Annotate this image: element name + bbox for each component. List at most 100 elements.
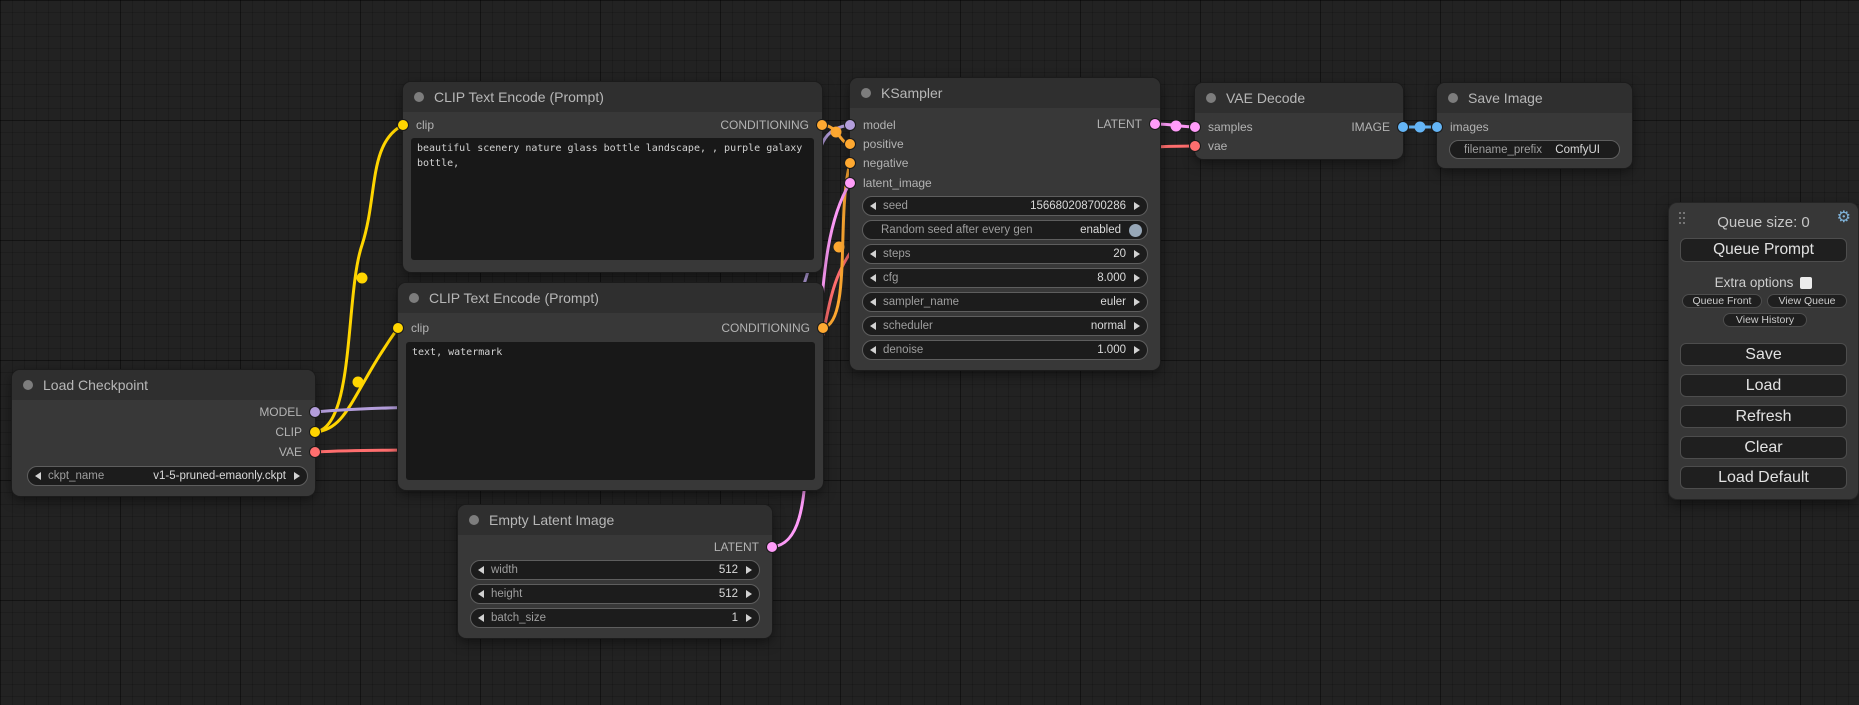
conditioning-output-dot[interactable]	[818, 323, 828, 333]
vae-output-dot[interactable]	[310, 447, 320, 457]
height-widget[interactable]: height 512	[470, 584, 760, 604]
node-load-checkpoint[interactable]: Load Checkpoint MODEL CLIP VAE ckpt_name…	[12, 370, 315, 496]
node-clip-text-encode-negative[interactable]: CLIP Text Encode (Prompt) clip CONDITION…	[398, 283, 823, 490]
width-widget[interactable]: width 512	[470, 560, 760, 580]
negative-input-dot[interactable]	[845, 158, 855, 168]
steps-widget[interactable]: steps 20	[862, 244, 1148, 264]
increment-arrow-icon[interactable]	[1134, 322, 1140, 330]
clip-input-dot[interactable]	[398, 120, 408, 130]
increment-arrow-icon[interactable]	[746, 614, 752, 622]
node-ksampler[interactable]: KSampler model positive negative latent_…	[850, 78, 1160, 370]
widget-value: normal	[1091, 320, 1126, 332]
latent-output-dot[interactable]	[1150, 119, 1160, 129]
decrement-arrow-icon[interactable]	[870, 346, 876, 354]
node-title-bar[interactable]: Load Checkpoint	[12, 370, 315, 400]
view-queue-button[interactable]: View Queue	[1767, 294, 1847, 308]
input-label: clip	[416, 118, 434, 132]
latent-input-dot[interactable]	[845, 178, 855, 188]
image-output-dot[interactable]	[1398, 122, 1408, 132]
model-input-dot[interactable]	[845, 120, 855, 130]
increment-arrow-icon[interactable]	[1134, 202, 1140, 210]
positive-input-dot[interactable]	[845, 139, 855, 149]
node-empty-latent-image[interactable]: Empty Latent Image LATENT width 512 heig…	[458, 505, 772, 638]
increment-arrow-icon[interactable]	[1134, 298, 1140, 306]
link-dot-latent[interactable]	[1171, 121, 1182, 132]
link-dot-clip-negative[interactable]	[353, 377, 364, 388]
widget-value: v1-5-pruned-emaonly.ckpt	[153, 470, 286, 482]
load-button[interactable]: Load	[1680, 374, 1847, 397]
view-history-button[interactable]: View History	[1723, 313, 1807, 327]
increment-arrow-icon[interactable]	[746, 566, 752, 574]
latent-output-dot[interactable]	[767, 542, 777, 552]
samples-input-dot[interactable]	[1190, 122, 1200, 132]
queue-front-button[interactable]: Queue Front	[1682, 294, 1762, 308]
batch-size-widget[interactable]: batch_size 1	[470, 608, 760, 628]
decrement-arrow-icon[interactable]	[870, 202, 876, 210]
increment-arrow-icon[interactable]	[1134, 250, 1140, 258]
increment-arrow-icon[interactable]	[1134, 274, 1140, 282]
sampler-name-widget[interactable]: sampler_name euler	[862, 292, 1148, 312]
node-save-image[interactable]: Save Image images filename_prefix ComfyU…	[1437, 83, 1632, 168]
link-dot-clip-positive[interactable]	[357, 273, 368, 284]
denoise-widget[interactable]: denoise 1.000	[862, 340, 1148, 360]
collapse-dot-icon[interactable]	[414, 92, 424, 102]
clip-input-dot[interactable]	[393, 323, 403, 333]
decrement-arrow-icon[interactable]	[478, 614, 484, 622]
collapse-dot-icon[interactable]	[409, 293, 419, 303]
collapse-dot-icon[interactable]	[861, 88, 871, 98]
ckpt-name-widget[interactable]: ckpt_name v1-5-pruned-emaonly.ckpt	[27, 466, 308, 486]
random-seed-toggle-widget[interactable]: Random seed after every gen enabled	[862, 220, 1148, 240]
save-button[interactable]: Save	[1680, 343, 1847, 366]
increment-arrow-icon[interactable]	[294, 472, 300, 480]
node-vae-decode[interactable]: VAE Decode samples vae IMAGE	[1195, 83, 1403, 159]
node-title-bar[interactable]: Empty Latent Image	[458, 505, 772, 535]
refresh-button[interactable]: Refresh	[1680, 405, 1847, 428]
increment-arrow-icon[interactable]	[1134, 346, 1140, 354]
queue-prompt-button[interactable]: Queue Prompt	[1680, 238, 1847, 262]
collapse-dot-icon[interactable]	[1206, 93, 1216, 103]
node-title-bar[interactable]: CLIP Text Encode (Prompt)	[398, 283, 823, 313]
filename-prefix-widget[interactable]: filename_prefix ComfyUI	[1449, 140, 1620, 159]
decrement-arrow-icon[interactable]	[478, 566, 484, 574]
increment-arrow-icon[interactable]	[746, 590, 752, 598]
clip-output-dot[interactable]	[310, 427, 320, 437]
collapse-dot-icon[interactable]	[23, 380, 33, 390]
widget-value: enabled	[1080, 224, 1121, 236]
extra-options-row: Extra options	[1669, 275, 1858, 290]
input-slot-latent-image: latent_image	[845, 173, 932, 193]
clear-button[interactable]: Clear	[1680, 436, 1847, 459]
settings-gear-icon[interactable]: ⚙	[1837, 210, 1851, 226]
node-clip-text-encode-positive[interactable]: CLIP Text Encode (Prompt) clip CONDITION…	[403, 82, 822, 272]
collapse-dot-icon[interactable]	[469, 515, 479, 525]
positive-prompt-textarea[interactable]: beautiful scenery nature glass bottle la…	[411, 138, 814, 260]
node-title-bar[interactable]: KSampler	[850, 78, 1160, 108]
decrement-arrow-icon[interactable]	[35, 472, 41, 480]
conditioning-output-dot[interactable]	[817, 120, 827, 130]
node-graph-canvas[interactable]: Load Checkpoint MODEL CLIP VAE ckpt_name…	[0, 0, 1859, 705]
model-output-dot[interactable]	[310, 407, 320, 417]
toggle-knob-icon[interactable]	[1129, 224, 1142, 237]
link-dot-conditioning-positive[interactable]	[831, 127, 842, 138]
negative-prompt-textarea[interactable]: text, watermark	[406, 342, 815, 480]
widget-value: euler	[1100, 296, 1126, 308]
scheduler-widget[interactable]: scheduler normal	[862, 316, 1148, 336]
load-default-button[interactable]: Load Default	[1680, 466, 1847, 489]
seed-widget[interactable]: seed 156680208700286	[862, 196, 1148, 216]
node-title-bar[interactable]: VAE Decode	[1195, 83, 1403, 113]
images-input-dot[interactable]	[1432, 122, 1442, 132]
cfg-widget[interactable]: cfg 8.000	[862, 268, 1148, 288]
vae-input-dot[interactable]	[1190, 141, 1200, 151]
input-label: negative	[863, 156, 908, 170]
decrement-arrow-icon[interactable]	[870, 322, 876, 330]
node-title-bar[interactable]: CLIP Text Encode (Prompt)	[403, 82, 822, 112]
link-dot-conditioning-negative[interactable]	[834, 242, 845, 253]
decrement-arrow-icon[interactable]	[870, 250, 876, 258]
decrement-arrow-icon[interactable]	[870, 274, 876, 282]
node-title-bar[interactable]: Save Image	[1437, 83, 1632, 113]
decrement-arrow-icon[interactable]	[870, 298, 876, 306]
collapse-dot-icon[interactable]	[1448, 93, 1458, 103]
input-slot-clip: clip	[393, 318, 429, 338]
decrement-arrow-icon[interactable]	[478, 590, 484, 598]
link-dot-image[interactable]	[1415, 122, 1426, 133]
extra-options-checkbox[interactable]	[1800, 277, 1812, 289]
